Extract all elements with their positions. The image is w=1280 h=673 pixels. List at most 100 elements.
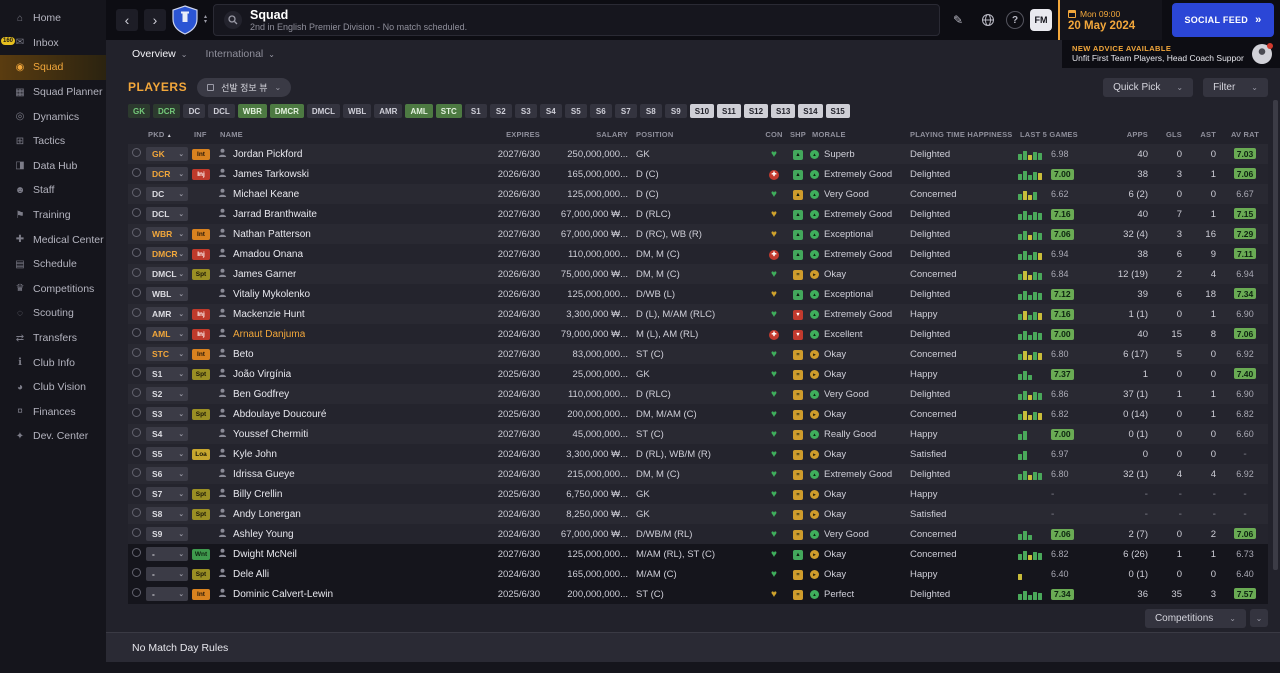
position-picked-cell[interactable]: DMCR ⌄ [146,247,192,261]
position-pill[interactable]: GK ⌄ [146,147,188,161]
player-name-cell[interactable]: João Virgínia [218,368,484,380]
advice-panel[interactable]: NEW ADVICE AVAILABLE Unfit First Team Pl… [1062,40,1280,68]
player-name[interactable]: Dele Alli [233,569,269,580]
player-row[interactable]: - ⌄ Spt Dele Alli 2024/6/30 165,000,000... M/A… [128,564,1268,584]
select-circle[interactable] [132,588,141,597]
row-select[interactable] [128,408,146,420]
panel-collapse-button[interactable]: ⌄ [1250,609,1268,627]
player-row[interactable]: WBR ⌄ Int Nathan Patterson 2027/6/30 67,000,0… [128,224,1268,244]
position-chip-dcl[interactable]: DCL [208,104,235,118]
row-select[interactable] [128,528,146,540]
date-panel[interactable]: Mon 09:00 20 May 2024 [1058,0,1162,40]
sidebar-item-home[interactable]: ⌂ Home [0,6,106,31]
player-name[interactable]: Kyle John [233,449,277,460]
player-name[interactable]: Abdoulaye Doucouré [233,409,326,420]
position-pill[interactable]: WBL ⌄ [146,287,188,301]
player-name-cell[interactable]: Vitaliy Mykolenko [218,288,484,300]
col-header-position[interactable]: POSITION [634,130,762,139]
player-row[interactable]: DMCL ⌄ Spt James Garner 2026/6/30 75,000,000 … [128,264,1268,284]
title-search-bar[interactable]: Squad 2nd in English Premier Division - … [213,4,940,36]
row-select[interactable] [128,428,146,440]
player-row[interactable]: - ⌄ Wnt Dwight McNeil 2027/6/30 125,000,000..… [128,544,1268,564]
row-select[interactable] [128,288,146,300]
player-row[interactable]: GK ⌄ Int Jordan Pickford 2027/6/30 250,000,00… [128,144,1268,164]
sidebar-item-tactics[interactable]: ⊞ Tactics [0,129,106,154]
col-header-shp[interactable]: SHP [786,130,810,139]
player-row[interactable]: DC ⌄ Michael Keane 2026/6/30 125,000,000... D… [128,184,1268,204]
competitions-button[interactable]: Competitions ⌄ [1144,608,1246,628]
position-chip-dc[interactable]: DC [183,104,206,118]
position-pill[interactable]: DMCL ⌄ [146,267,188,281]
position-picked-cell[interactable]: S2 ⌄ [146,387,192,401]
player-name[interactable]: Billy Crellin [233,489,282,500]
quick-pick-button[interactable]: Quick Pick ⌄ [1103,77,1194,97]
position-picked-cell[interactable]: S8 ⌄ [146,507,192,521]
tab-international[interactable]: International ⌄ [199,44,281,64]
col-header-name[interactable]: NAME [218,130,484,139]
select-circle[interactable] [132,148,141,157]
position-chip-s10[interactable]: S10 [689,104,715,118]
position-picked-cell[interactable]: DCL ⌄ [146,207,192,221]
position-chip-wbr[interactable]: WBR [237,104,267,118]
position-pill[interactable]: S4 ⌄ [146,427,188,441]
col-header-morale[interactable]: MORALE [810,130,908,139]
player-name-cell[interactable]: Ashley Young [218,528,484,540]
sidebar-item-medical-center[interactable]: ✚ Medical Center [0,227,106,252]
position-picked-cell[interactable]: S5 ⌄ [146,447,192,461]
tab-overview[interactable]: Overview ⌄ [126,44,193,64]
col-header-gls[interactable]: GLS [1154,130,1188,139]
select-circle[interactable] [132,548,141,557]
player-name-cell[interactable]: Jarrad Branthwaite [218,208,484,220]
position-chip-s9[interactable]: S9 [664,104,687,118]
row-select[interactable] [128,208,146,220]
select-circle[interactable] [132,288,141,297]
player-name[interactable]: James Tarkowski [233,169,309,180]
player-row[interactable]: S6 ⌄ Idrissa Gueye 2024/6/30 215,000,000... D… [128,464,1268,484]
club-switcher[interactable]: ▴ ▾ [204,14,207,25]
position-picked-cell[interactable]: S4 ⌄ [146,427,192,441]
position-picked-cell[interactable]: S9 ⌄ [146,527,192,541]
select-circle[interactable] [132,508,141,517]
row-select[interactable] [128,248,146,260]
position-pill[interactable]: S8 ⌄ [146,507,188,521]
position-picked-cell[interactable]: - ⌄ [146,587,192,601]
position-picked-cell[interactable]: DMCL ⌄ [146,267,192,281]
row-select[interactable] [128,308,146,320]
row-select[interactable] [128,508,146,520]
player-name-cell[interactable]: Ben Godfrey [218,388,484,400]
edit-icon[interactable]: ✎ [946,8,970,32]
sidebar-item-training[interactable]: ⚑ Training [0,203,106,228]
player-name[interactable]: Ben Godfrey [233,389,289,400]
col-header-apps[interactable]: APPS [1106,130,1154,139]
position-chip-gk[interactable]: GK [128,104,150,118]
player-row[interactable]: S7 ⌄ Spt Billy Crellin 2025/6/30 6,750,000 ₩.… [128,484,1268,504]
player-name-cell[interactable]: Youssef Chermiti [218,428,484,440]
fm-logo-icon[interactable]: FM [1030,9,1052,31]
player-row[interactable]: WBL ⌄ Vitaliy Mykolenko 2026/6/30 125,000,00… [128,284,1268,304]
filter-button[interactable]: Filter ⌄ [1203,77,1268,97]
row-select[interactable] [128,448,146,460]
col-header-last5[interactable]: LAST 5 GAMES [1018,130,1106,139]
select-circle[interactable] [132,348,141,357]
player-name[interactable]: Youssef Chermiti [233,429,308,440]
select-circle[interactable] [132,468,141,477]
col-header-inf[interactable]: INF [192,130,218,139]
player-name[interactable]: Arnaut Danjuma [233,329,305,340]
player-row[interactable]: S8 ⌄ Spt Andy Lonergan 2024/6/30 8,250,000 ₩.… [128,504,1268,524]
row-select[interactable] [128,568,146,580]
player-name-cell[interactable]: James Tarkowski [218,168,484,180]
position-picked-cell[interactable]: S3 ⌄ [146,407,192,421]
search-icon[interactable] [224,11,243,29]
player-row[interactable]: S4 ⌄ Youssef Chermiti 2027/6/30 45,000,000..… [128,424,1268,444]
player-name-cell[interactable]: Dele Alli [218,568,484,580]
select-circle[interactable] [132,448,141,457]
social-feed-button[interactable]: SOCIAL FEED » [1172,3,1274,37]
position-pill[interactable]: S5 ⌄ [146,447,188,461]
position-chip-s13[interactable]: S13 [771,104,796,118]
player-name-cell[interactable]: Nathan Patterson [218,228,484,240]
position-pill[interactable]: DC ⌄ [146,187,188,201]
select-circle[interactable] [132,328,141,337]
player-row[interactable]: AML ⌄ Inj Arnaut Danjuma 2024/6/30 79,000,000… [128,324,1268,344]
select-circle[interactable] [132,388,141,397]
row-select[interactable] [128,468,146,480]
